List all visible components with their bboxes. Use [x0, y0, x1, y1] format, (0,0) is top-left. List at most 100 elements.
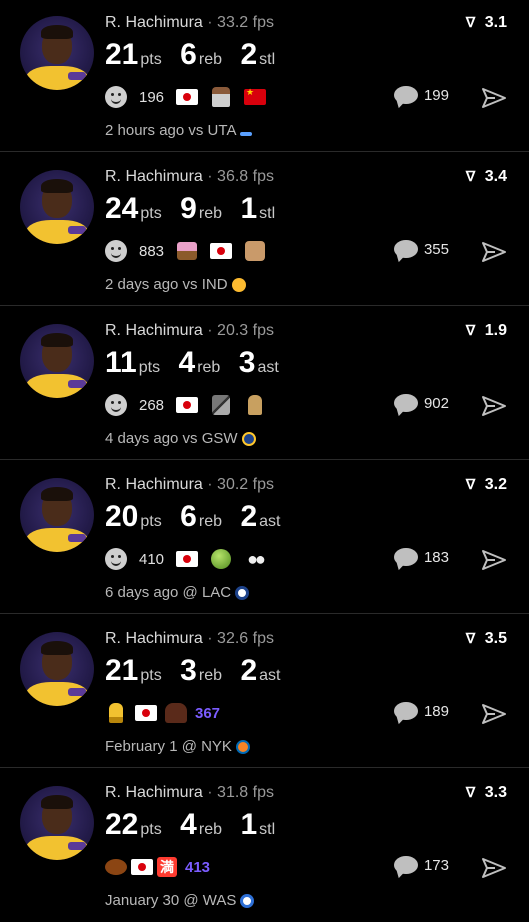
- reaction-count: 883: [139, 242, 165, 260]
- stat-unit: pts: [140, 51, 162, 68]
- stat-value: 24: [105, 192, 139, 225]
- flag-japan-icon[interactable]: [176, 397, 199, 413]
- cake-emoji-icon[interactable]: [176, 240, 198, 262]
- stat-unit: reb: [198, 667, 222, 684]
- filter-icon: ᐁ: [465, 14, 476, 30]
- send-icon[interactable]: [481, 394, 507, 418]
- send-icon[interactable]: [481, 86, 507, 110]
- player-name[interactable]: R. Hachimura: [105, 476, 203, 493]
- trophy-emoji-icon[interactable]: [105, 702, 127, 724]
- game-post-card[interactable]: R. Hachimura · 31.8 fps ᐁ 3.3 22 pts 4 reb …: [0, 770, 529, 922]
- game-time: 2 hours ago vs UTA: [105, 122, 237, 139]
- man-emoji-icon[interactable]: [210, 86, 232, 108]
- wizards-logo-icon: [240, 893, 255, 908]
- stat-line: 11 pts 4 reb 3 ast: [105, 346, 293, 380]
- reactions-row: 367: [105, 702, 220, 724]
- sword-emoji-icon[interactable]: [210, 394, 232, 416]
- face-emoji-icon[interactable]: [244, 240, 266, 262]
- stat-unit: ast: [259, 513, 281, 530]
- stat-value: 2: [240, 500, 258, 533]
- player-name[interactable]: R. Hachimura: [105, 630, 203, 647]
- comment-button[interactable]: 355: [393, 240, 449, 258]
- reaction-count: 413: [185, 858, 211, 876]
- rating-badge: ᐁ 3.4: [466, 168, 507, 186]
- game-time: 2 days ago vs IND: [105, 276, 228, 293]
- flag-japan-icon[interactable]: [176, 551, 199, 567]
- game-post-card[interactable]: R. Hachimura · 33.2 fps ᐁ 3.1 21 pts 6 reb …: [0, 0, 529, 152]
- game-post-card[interactable]: R. Hachimura · 30.2 fps ᐁ 3.2 20 pts 6 reb …: [0, 462, 529, 614]
- send-icon[interactable]: [481, 702, 507, 726]
- player-avatar[interactable]: [20, 632, 94, 706]
- smile-reaction-icon[interactable]: [105, 394, 127, 416]
- stat-line: 20 pts 6 reb 2 ast: [105, 500, 294, 534]
- game-time: 4 days ago vs GSW: [105, 430, 238, 447]
- smile-reaction-icon[interactable]: [105, 240, 127, 262]
- stat-line: 22 pts 4 reb 1 stl: [105, 808, 289, 842]
- filter-icon: ᐁ: [465, 784, 476, 800]
- separator: ·: [207, 14, 213, 31]
- jazz-logo-icon: [240, 131, 253, 136]
- rating-value: 3.2: [484, 476, 507, 493]
- comment-button[interactable]: 199: [393, 86, 449, 104]
- pacers-logo-icon: [231, 277, 246, 292]
- post-header: R. Hachimura · 20.3 fps: [105, 322, 274, 340]
- rating-value: 3.5: [484, 630, 507, 647]
- eyes-emoji-icon[interactable]: ●●: [244, 548, 266, 570]
- game-post-card[interactable]: R. Hachimura · 36.8 fps ᐁ 3.4 24 pts 9 reb …: [0, 154, 529, 306]
- fps-score: 33.2 fps: [217, 14, 274, 31]
- fps-score: 31.8 fps: [217, 784, 274, 801]
- player-name[interactable]: R. Hachimura: [105, 784, 203, 801]
- football-emoji-icon[interactable]: [105, 856, 127, 878]
- player-avatar[interactable]: [20, 16, 94, 90]
- stat-value: 3: [180, 654, 197, 687]
- smile-reaction-icon[interactable]: [105, 548, 127, 570]
- separator: ·: [207, 476, 213, 493]
- stat-value: 6: [180, 38, 197, 71]
- send-icon[interactable]: [481, 548, 507, 572]
- player-avatar[interactable]: [20, 170, 94, 244]
- comment-button[interactable]: 183: [393, 548, 449, 566]
- game-post-card[interactable]: R. Hachimura · 32.6 fps ᐁ 3.5 21 pts 3 reb …: [0, 616, 529, 768]
- player-avatar[interactable]: [20, 786, 94, 860]
- flag-japan-icon[interactable]: [131, 859, 153, 875]
- comment-button[interactable]: 189: [393, 702, 449, 720]
- comment-button[interactable]: 173: [393, 856, 449, 874]
- player-name[interactable]: R. Hachimura: [105, 168, 203, 185]
- stat-unit: pts: [140, 205, 162, 222]
- stat-unit: reb: [198, 51, 222, 68]
- player-name[interactable]: R. Hachimura: [105, 322, 203, 339]
- player-name[interactable]: R. Hachimura: [105, 14, 203, 31]
- rating-badge: ᐁ 3.3: [466, 784, 507, 802]
- comment-count: 355: [423, 240, 449, 258]
- flag-japan-icon[interactable]: [210, 243, 233, 259]
- post-header: R. Hachimura · 31.8 fps: [105, 784, 274, 802]
- hair-emoji-icon[interactable]: [165, 702, 187, 724]
- stat-value: 2: [240, 654, 258, 687]
- stat-unit: pts: [140, 821, 162, 838]
- kanji-full-emoji-icon[interactable]: 満: [157, 857, 177, 877]
- player-avatar[interactable]: [20, 478, 94, 552]
- post-header: R. Hachimura · 33.2 fps: [105, 14, 274, 32]
- filter-icon: ᐁ: [465, 168, 476, 184]
- reactions-row: 196: [105, 86, 267, 108]
- smile-reaction-icon[interactable]: [105, 86, 127, 108]
- fps-score: 30.2 fps: [217, 476, 274, 493]
- comment-bubble-icon: [393, 394, 418, 412]
- player-avatar[interactable]: [20, 324, 94, 398]
- game-post-card[interactable]: R. Hachimura · 20.3 fps ᐁ 1.9 11 pts 4 reb …: [0, 308, 529, 460]
- stat-value: 1: [240, 808, 258, 841]
- stat-unit: pts: [138, 359, 161, 376]
- post-header: R. Hachimura · 32.6 fps: [105, 630, 274, 648]
- stat-value: 9: [180, 192, 197, 225]
- game-time: 6 days ago @ LAC: [105, 584, 232, 601]
- stat-unit: reb: [198, 205, 222, 222]
- send-icon[interactable]: [481, 856, 507, 880]
- flag-japan-icon[interactable]: [135, 705, 157, 721]
- comment-button[interactable]: 902: [393, 394, 449, 412]
- flag-japan-icon[interactable]: [176, 89, 199, 105]
- spartan-emoji-icon[interactable]: [244, 394, 266, 416]
- send-icon[interactable]: [481, 240, 507, 264]
- melon-emoji-icon[interactable]: [210, 548, 232, 570]
- flag-china-icon[interactable]: [244, 87, 267, 105]
- game-time: February 1 @ NYK: [105, 738, 232, 755]
